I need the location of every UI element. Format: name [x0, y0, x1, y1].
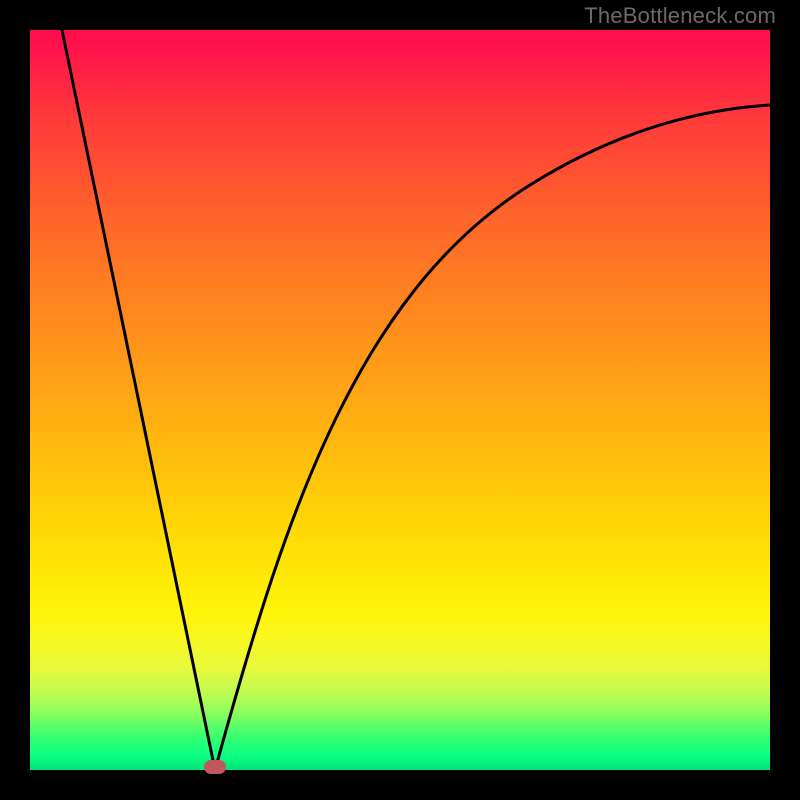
chart-frame: TheBottleneck.com — [0, 0, 800, 800]
plot-area — [30, 30, 770, 770]
watermark-label: TheBottleneck.com — [584, 3, 776, 29]
minimum-marker — [204, 760, 226, 774]
